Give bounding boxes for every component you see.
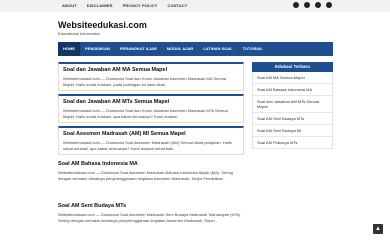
top-nav: ABOUT DISCLAIMER PRIVACY POLICY CONTACT (62, 3, 187, 8)
top-bar: ABOUT DISCLAIMER PRIVACY POLICY CONTACT (0, 0, 390, 12)
nav-tutorial[interactable]: TUTORIAL (238, 42, 268, 56)
site-tagline: Educational Information (58, 31, 101, 36)
facebook-icon[interactable] (293, 2, 299, 8)
top-nav-about[interactable]: ABOUT (62, 3, 77, 8)
whatsapp-icon[interactable] (326, 2, 332, 8)
post-card: Soal Asesmen Madrasah (AM) MI Semua Mape… (58, 126, 244, 155)
post-excerpt: Websiteedukasi.com — Download Soal Asesm… (58, 170, 233, 181)
top-nav-privacy[interactable]: PRIVACY POLICY (123, 3, 158, 8)
post-title[interactable]: Soal dan Jawaban AM MTs Semua Mapel (63, 99, 239, 106)
nav-perangkat-ajar[interactable]: PERANGKAT AJAR (115, 42, 162, 56)
post-excerpt: Websiteedukasi.com — Download Soal Asesm… (58, 212, 242, 223)
sidebar-item[interactable]: Soal dan Jawaban AM MTs Semua Mapel (253, 96, 332, 113)
sidebar-list: Soal AM MA Semua Mapel Soal AM Bahasa In… (252, 72, 333, 149)
post-title[interactable]: Soal AM Seni Budaya MTs (58, 203, 244, 210)
sidebar-widget: Edukasi Terbaru Soal AM MA Semua Mapel S… (252, 62, 333, 149)
social-links (293, 2, 332, 8)
pinterest-icon[interactable] (315, 2, 321, 8)
sidebar-item[interactable]: Soal AM Seni Budaya MTs (253, 113, 332, 125)
main-nav: HOME PENDIDIKAN PERANGKAT AJAR MODUL AJA… (58, 42, 333, 56)
site-title[interactable]: Websiteedukasi.com (58, 20, 147, 30)
post-title[interactable]: Soal Asesmen Madrasah (AM) MI Semua Mape… (63, 131, 239, 138)
scroll-to-top-button[interactable]: ▲ (373, 224, 383, 234)
top-nav-disclaimer[interactable]: DISCLAIMER (87, 3, 113, 8)
nav-home[interactable]: HOME (58, 42, 80, 56)
post-excerpt: Websiteedukasi.com — Download Soal Asesm… (63, 140, 232, 151)
nav-latihan-soal[interactable]: LATIHAN SOAL (198, 42, 237, 56)
sidebar-heading: Edukasi Terbaru (252, 62, 333, 72)
post-item: Soal AM Seni Budaya MTs Websiteedukasi.c… (58, 203, 244, 223)
nav-modul-ajar[interactable]: MODUL AJAR (162, 42, 198, 56)
sidebar-item[interactable]: Soal AM Seni Budaya MI (253, 125, 332, 137)
sidebar-item[interactable]: Soal AM Bahasa Indonesia MA (253, 84, 332, 96)
sidebar-item[interactable]: Soal AM Prakarya MTs (253, 137, 332, 148)
post-title[interactable]: Soal dan Jawaban AM MA Semua Mapel (63, 67, 239, 74)
post-item: Soal AM Bahasa Indonesia MA Websiteeduka… (58, 161, 244, 181)
site-brand: Websiteedukasi.com Educational Informati… (58, 20, 147, 36)
arrow-up-icon: ▲ (375, 226, 381, 232)
post-excerpt: Websiteedukasi.com — Download Soal dan K… (63, 108, 228, 119)
post-title[interactable]: Soal AM Bahasa Indonesia MA (58, 161, 244, 168)
nav-pendidikan[interactable]: PENDIDIKAN (80, 42, 115, 56)
x-icon[interactable] (304, 2, 310, 8)
post-card: Soal dan Jawaban AM MTs Semua Mapel Webs… (58, 94, 244, 123)
sidebar-item[interactable]: Soal AM MA Semua Mapel (253, 72, 332, 84)
post-excerpt: Websiteedukasi.com — Download Soal dan K… (63, 76, 227, 87)
top-nav-contact[interactable]: CONTACT (167, 3, 187, 8)
post-card: Soal dan Jawaban AM MA Semua Mapel Websi… (58, 62, 244, 91)
